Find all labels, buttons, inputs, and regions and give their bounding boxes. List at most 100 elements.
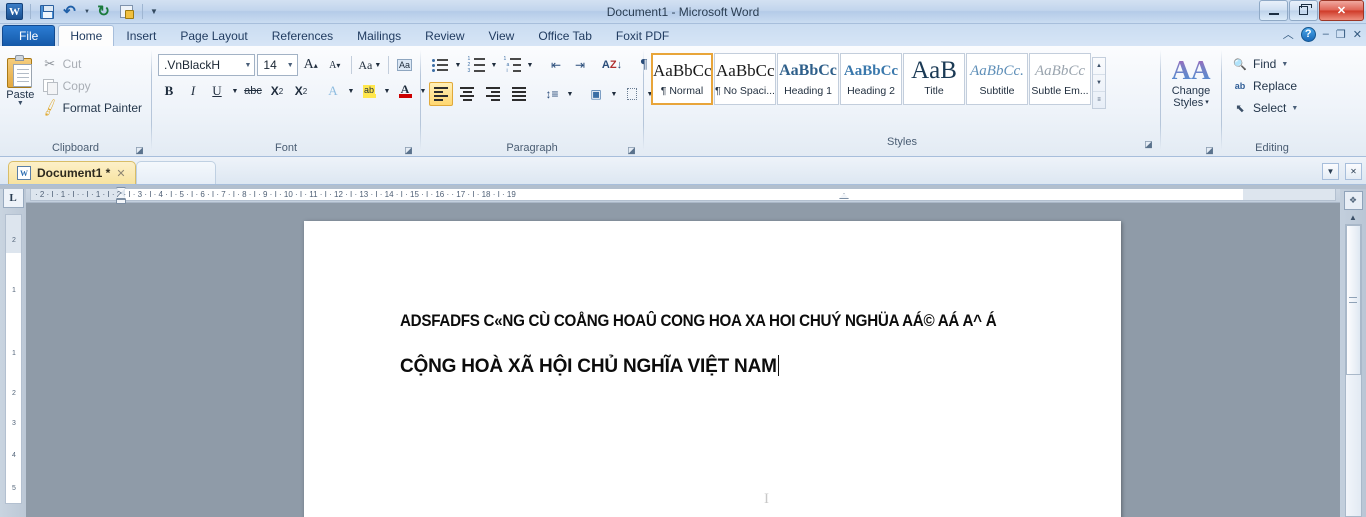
- style-heading-1[interactable]: AaBbCc Heading 1: [777, 53, 839, 105]
- style-normal[interactable]: AaBbCc ¶ Normal: [651, 53, 713, 105]
- print-preview-button[interactable]: [116, 2, 137, 22]
- undo-button[interactable]: ↶: [59, 2, 80, 22]
- help-icon[interactable]: ?: [1300, 26, 1316, 42]
- shrink-font-button[interactable]: A ▾: [324, 54, 346, 76]
- underline-dropdown[interactable]: ▼: [230, 80, 240, 102]
- tab-review[interactable]: Review: [413, 25, 476, 46]
- scroll-up-icon[interactable]: ▲: [1349, 213, 1357, 222]
- tab-mailings[interactable]: Mailings: [345, 25, 413, 46]
- styles-more-icon[interactable]: ≡: [1093, 92, 1105, 108]
- line-spacing-dropdown[interactable]: ▼: [565, 83, 575, 105]
- styles-dialog-launcher[interactable]: ◪: [1143, 139, 1154, 150]
- chevron-down-icon[interactable]: ▼: [1291, 105, 1298, 112]
- multilevel-list-button[interactable]: 1 a i: [501, 54, 523, 76]
- align-center-button[interactable]: [455, 82, 479, 106]
- align-right-button[interactable]: [481, 82, 505, 106]
- vertical-scrollbar[interactable]: [1344, 224, 1362, 517]
- justify-button[interactable]: [507, 82, 531, 106]
- font-size-combobox[interactable]: 14 ▼: [257, 54, 298, 76]
- tabbar-dropdown-button[interactable]: ▼: [1322, 163, 1339, 180]
- select-button[interactable]: ⬉ Select ▼: [1230, 98, 1302, 118]
- style-heading-2[interactable]: AaBbCc Heading 2: [840, 53, 902, 105]
- scrollbar-thumb[interactable]: [1345, 225, 1361, 375]
- font-dialog-launcher[interactable]: ◪: [403, 145, 414, 156]
- chevron-down-icon[interactable]: ▼: [17, 100, 24, 107]
- clipboard-dialog-launcher[interactable]: ◪: [134, 145, 145, 156]
- bullets-dropdown[interactable]: ▼: [453, 54, 463, 76]
- left-indent-marker[interactable]: [116, 199, 126, 204]
- tab-page-layout[interactable]: Page Layout: [168, 25, 259, 46]
- copy-button[interactable]: Copy: [40, 76, 147, 96]
- tab-view[interactable]: View: [477, 25, 527, 46]
- style-no-spacing[interactable]: AaBbCc ¶ No Spaci...: [714, 53, 776, 105]
- bold-button[interactable]: B: [158, 80, 180, 102]
- styles-gallery-scrollbar[interactable]: ▲ ▼ ≡: [1092, 57, 1106, 109]
- shading-dropdown[interactable]: ▼: [609, 83, 619, 105]
- scroll-up-icon[interactable]: ▲: [1093, 58, 1105, 75]
- save-button[interactable]: [36, 2, 57, 22]
- decrease-indent-button[interactable]: ⇤: [545, 54, 567, 76]
- tab-insert[interactable]: Insert: [114, 25, 168, 46]
- document-page[interactable]: ADSFADFS C«NG CÙ COÅNG HOAÛ CONG HOA XA …: [304, 221, 1121, 517]
- tab-selector-button[interactable]: L: [2, 187, 24, 208]
- bullets-button[interactable]: [429, 54, 451, 76]
- collapse-ribbon-icon[interactable]: ︿: [1283, 26, 1294, 42]
- redo-button[interactable]: ↻: [93, 2, 114, 22]
- tab-foxit-pdf[interactable]: Foxit PDF: [604, 25, 681, 46]
- underline-button[interactable]: U: [206, 80, 228, 102]
- restore-button[interactable]: [1289, 0, 1318, 21]
- replace-button[interactable]: ab Replace: [1230, 76, 1302, 96]
- close-button[interactable]: ✕: [1319, 0, 1364, 21]
- change-case-button[interactable]: Aa ▼: [357, 54, 383, 76]
- clear-formatting-button[interactable]: Aa: [394, 54, 416, 76]
- select-browse-object-button[interactable]: ❖: [1343, 191, 1363, 210]
- change-styles-button[interactable]: AA Change Styles ▾: [1165, 49, 1217, 141]
- tab-home[interactable]: Home: [58, 25, 115, 46]
- document-close-icon[interactable]: ✕: [1353, 28, 1362, 41]
- shading-button[interactable]: ▣: [585, 83, 607, 105]
- vertical-ruler[interactable]: 2 1 1 2 3 4 5: [4, 214, 22, 504]
- customize-qat-button[interactable]: ▼: [148, 2, 159, 22]
- italic-button[interactable]: I: [182, 80, 204, 102]
- format-painter-button[interactable]: 🖌 Format Painter: [39, 98, 147, 118]
- style-title[interactable]: AaB Title: [903, 53, 965, 105]
- numbering-dropdown[interactable]: ▼: [489, 54, 499, 76]
- highlight-button[interactable]: ab: [358, 80, 380, 102]
- undo-dropdown[interactable]: ▼: [82, 2, 91, 22]
- borders-button[interactable]: [621, 83, 643, 105]
- multilevel-list-dropdown[interactable]: ▼: [525, 54, 535, 76]
- word-logo-button[interactable]: W: [4, 2, 25, 22]
- change-styles-dialog-launcher[interactable]: ◪: [1204, 145, 1215, 156]
- style-subtle-emphasis[interactable]: AaBbCc Subtle Em...: [1029, 53, 1091, 105]
- font-color-button[interactable]: A: [394, 80, 416, 102]
- increase-indent-button[interactable]: ⇥: [569, 54, 591, 76]
- document-minimize-icon[interactable]: –: [1323, 28, 1329, 40]
- document-restore-icon[interactable]: ❐: [1336, 28, 1346, 41]
- font-name-combobox[interactable]: .VnBlackH ▼: [158, 54, 256, 76]
- highlight-dropdown[interactable]: ▼: [382, 80, 392, 102]
- tabbar-close-button[interactable]: ✕: [1345, 163, 1362, 180]
- style-subtitle[interactable]: AaBbCc. Subtitle: [966, 53, 1028, 105]
- tab-references[interactable]: References: [260, 25, 345, 46]
- text-effects-button[interactable]: A: [322, 80, 344, 102]
- subscript-button[interactable]: X2: [266, 80, 288, 102]
- cut-button[interactable]: ✂ Cut: [40, 54, 147, 74]
- tab-office-tab[interactable]: Office Tab: [526, 25, 604, 46]
- align-left-button[interactable]: [429, 82, 453, 106]
- scroll-down-icon[interactable]: ▼: [1093, 75, 1105, 92]
- paste-button[interactable]: Paste ▼: [4, 49, 37, 141]
- numbering-button[interactable]: 1 2 3: [465, 54, 487, 76]
- grow-font-button[interactable]: A ▴: [300, 54, 322, 76]
- document-tab-document1[interactable]: W Document1 * ✕: [8, 161, 136, 184]
- chevron-down-icon[interactable]: ▼: [1281, 61, 1288, 68]
- text-effects-dropdown[interactable]: ▼: [346, 80, 356, 102]
- paragraph-dialog-launcher[interactable]: ◪: [626, 145, 637, 156]
- tab-file[interactable]: File: [2, 25, 56, 46]
- document-tab-empty[interactable]: [135, 161, 216, 184]
- superscript-button[interactable]: X2: [290, 80, 312, 102]
- line-spacing-button[interactable]: ↕≡: [541, 83, 563, 105]
- close-icon[interactable]: ✕: [116, 167, 125, 180]
- strikethrough-button[interactable]: abc: [242, 80, 264, 102]
- sort-button[interactable]: AZ↓: [601, 54, 623, 76]
- minimize-button[interactable]: [1259, 0, 1288, 21]
